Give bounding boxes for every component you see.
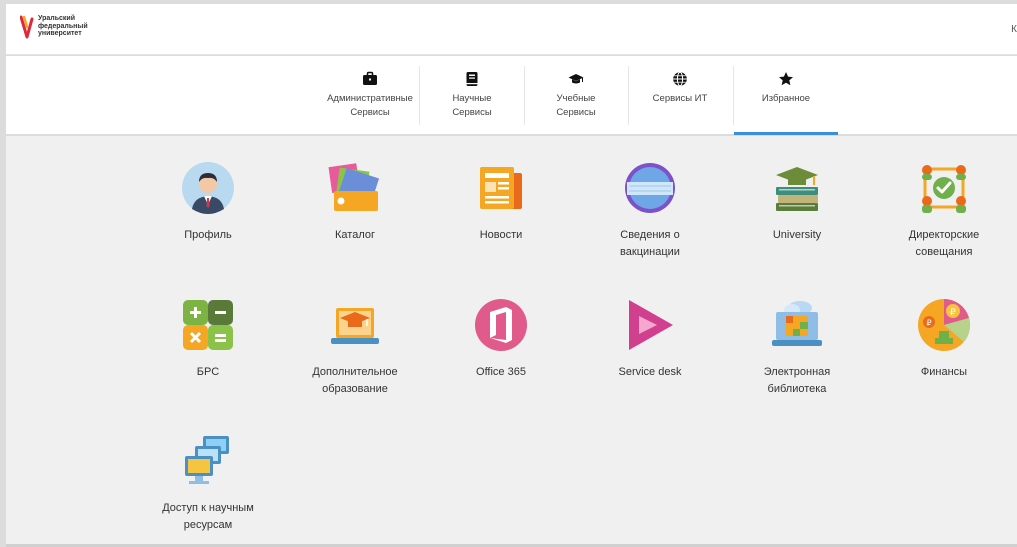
service-desk-icon bbox=[629, 300, 673, 350]
library-icon bbox=[772, 301, 822, 346]
tile-label: Service desk bbox=[618, 366, 682, 378]
tile-vaccination[interactable]: Сведения о вакцинации bbox=[585, 161, 715, 261]
finance-icon: ₽ ₽ bbox=[918, 299, 971, 351]
tile-additional-education[interactable]: Дополнительное образование bbox=[290, 298, 420, 398]
tile-label: Электронная библиотека bbox=[763, 366, 831, 395]
urfu-logo-icon bbox=[20, 15, 34, 39]
vaccination-icon bbox=[625, 163, 675, 213]
tile-label: Сведения о вакцинации bbox=[620, 229, 680, 258]
urfu-logo[interactable]: Уральский федеральный университет bbox=[20, 15, 108, 41]
top-bar-right-text[interactable]: К bbox=[1011, 24, 1017, 35]
tile-label: University bbox=[772, 229, 822, 241]
tile-brs[interactable]: БРС bbox=[143, 298, 273, 381]
tile-director-meetings[interactable]: Директорские совещания bbox=[879, 161, 1009, 261]
tile-label: Office 365 bbox=[476, 366, 526, 378]
network-access-icon bbox=[185, 436, 229, 484]
tab-administrative-services[interactable]: Административные Сервисы bbox=[318, 66, 422, 125]
tile-label: Новости bbox=[479, 229, 523, 241]
tab-it-services[interactable]: Сервисы ИТ bbox=[628, 66, 732, 125]
news-icon bbox=[480, 167, 522, 209]
university-books-icon bbox=[776, 167, 818, 211]
office-icon bbox=[475, 299, 527, 351]
book-icon bbox=[466, 72, 478, 86]
top-bar: Уральский федеральный университет К bbox=[6, 4, 1017, 55]
tab-label: Избранное bbox=[761, 93, 811, 104]
tile-label: Доступ к научным ресурсам bbox=[162, 502, 254, 531]
tile-label: Финансы bbox=[920, 366, 968, 378]
tile-finance[interactable]: ₽ ₽ Финансы bbox=[879, 298, 1009, 381]
tile-label: БРС bbox=[196, 366, 220, 378]
tile-label: Директорские совещания bbox=[908, 229, 980, 258]
tile-label: Профиль bbox=[184, 229, 232, 241]
tab-label: Сервисы ИТ bbox=[652, 93, 708, 104]
globe-icon bbox=[673, 71, 687, 87]
tile-science-resources-access[interactable]: Доступ к научным ресурсам bbox=[143, 434, 273, 534]
svg-text:₽: ₽ bbox=[950, 308, 956, 318]
briefcase-icon bbox=[363, 71, 377, 85]
tile-electronic-library[interactable]: Электронная библиотека bbox=[732, 298, 862, 398]
tab-label: Административные Сервисы bbox=[327, 93, 413, 118]
profile-icon bbox=[182, 162, 234, 214]
education-laptop-icon bbox=[331, 308, 379, 344]
category-nav: Административные Сервисы Научные Сервисы… bbox=[6, 56, 1017, 135]
tab-favorites[interactable]: Избранное bbox=[734, 66, 838, 125]
tile-label: Каталог bbox=[335, 229, 375, 241]
tile-label: Дополнительное образование bbox=[312, 366, 398, 395]
logo-text: Уральский федеральный университет bbox=[38, 15, 88, 37]
tab-science-services[interactable]: Научные Сервисы bbox=[420, 66, 524, 125]
tile-university[interactable]: University bbox=[732, 161, 862, 244]
meetings-icon bbox=[922, 165, 966, 213]
star-icon bbox=[779, 72, 793, 86]
favorites-grid: Профиль Каталог Новости Сведения о вакци… bbox=[6, 136, 1017, 544]
tile-service-desk[interactable]: Service desk bbox=[585, 298, 715, 381]
active-tab-indicator bbox=[734, 132, 838, 135]
tile-news[interactable]: Новости bbox=[436, 161, 566, 244]
tile-profile[interactable]: Профиль bbox=[143, 161, 273, 244]
calculator-icon bbox=[183, 300, 233, 350]
catalog-icon bbox=[328, 163, 380, 211]
tile-catalog[interactable]: Каталог bbox=[290, 161, 420, 244]
tab-label: Учебные Сервисы bbox=[556, 93, 596, 118]
svg-text:₽: ₽ bbox=[927, 319, 932, 328]
graduation-cap-icon bbox=[568, 74, 584, 84]
tile-office365[interactable]: Office 365 bbox=[436, 298, 566, 381]
tab-label: Научные Сервисы bbox=[452, 93, 492, 118]
tab-education-services[interactable]: Учебные Сервисы bbox=[524, 66, 628, 125]
